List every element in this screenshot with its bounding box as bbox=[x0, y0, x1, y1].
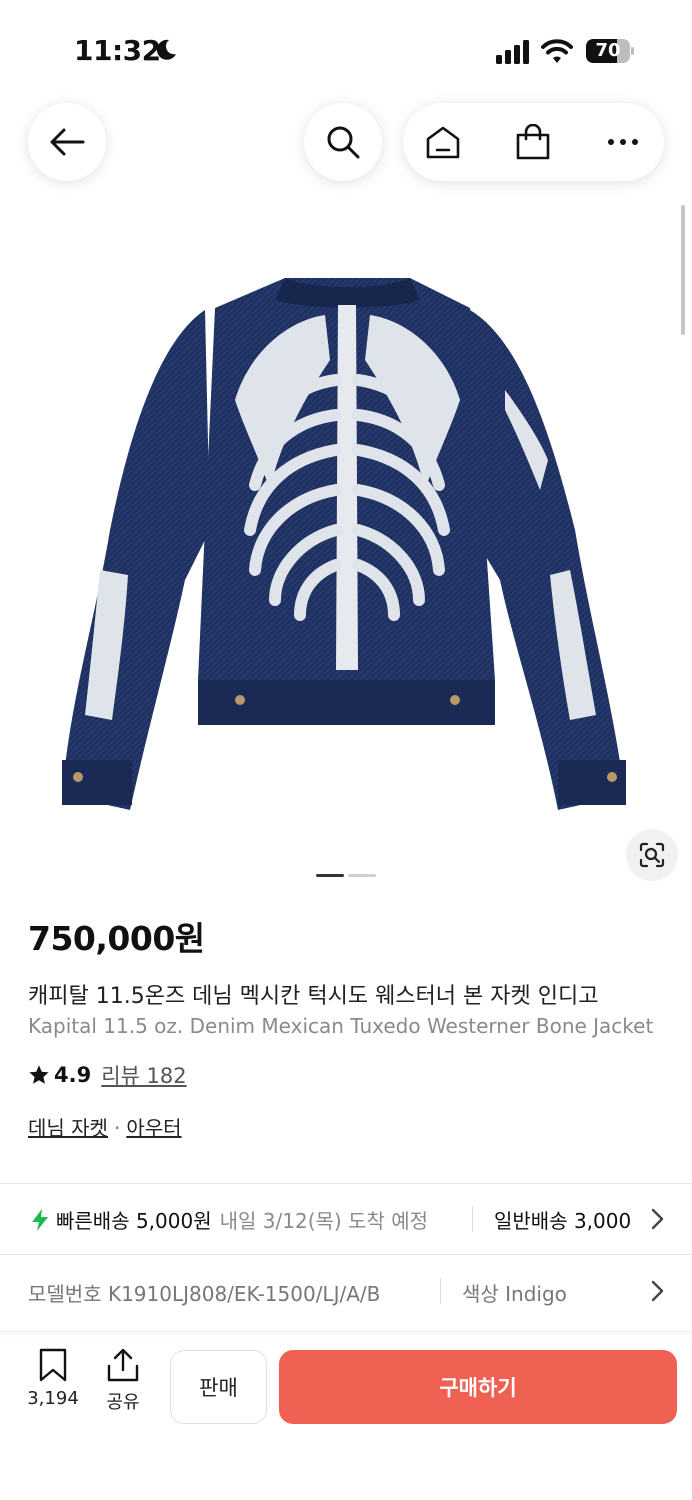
chevron-right-icon bbox=[651, 1280, 664, 1302]
share-button[interactable]: 공유 bbox=[93, 1348, 153, 1414]
model-number: 모델번호 K1910LJ808/EK-1500/LJ/A/B bbox=[28, 1282, 381, 1306]
moon-icon bbox=[156, 39, 176, 60]
category-separator: · bbox=[113, 1116, 121, 1140]
bottom-bar-shadow bbox=[0, 1330, 692, 1338]
vertical-divider bbox=[440, 1278, 441, 1304]
bookmark-count: 3,194 bbox=[27, 1388, 79, 1409]
more-button[interactable] bbox=[583, 103, 663, 181]
nav-pill bbox=[403, 103, 664, 181]
signal-icon bbox=[496, 40, 529, 64]
sell-button[interactable]: 판매 bbox=[170, 1350, 267, 1424]
lens-icon bbox=[639, 842, 665, 868]
category-link-outerwear[interactable]: 아우터 bbox=[126, 1116, 181, 1140]
more-icon bbox=[608, 139, 638, 145]
visual-search-button[interactable] bbox=[626, 829, 678, 881]
shopping-bag-icon bbox=[516, 124, 550, 160]
vertical-divider bbox=[472, 1206, 473, 1232]
category-link-denim-jacket[interactable]: 데님 자켓 bbox=[28, 1116, 108, 1140]
buy-button[interactable]: 구매하기 bbox=[279, 1350, 677, 1424]
fast-shipping-eta: 내일 3/12(목) 도착 예정 bbox=[219, 1209, 429, 1233]
rating-score: 4.9 bbox=[54, 1063, 92, 1087]
category-breadcrumb: 데님 자켓 · 아우터 bbox=[28, 1112, 182, 1141]
pager-dot bbox=[316, 874, 344, 877]
bookmark-button[interactable]: 3,194 bbox=[23, 1348, 83, 1409]
product-price: 750,000원 bbox=[28, 919, 205, 958]
battery-indicator: 70 bbox=[586, 39, 634, 63]
arrow-left-icon bbox=[50, 128, 85, 156]
product-title-english: Kapital 11.5 oz. Denim Mexican Tuxedo We… bbox=[28, 1014, 654, 1038]
fast-shipping: 빠른배송 5,000원 내일 3/12(목) 도착 예정 bbox=[30, 1205, 428, 1234]
star-icon bbox=[29, 1065, 49, 1084]
status-time: 11:32 bbox=[74, 34, 161, 67]
cart-button[interactable] bbox=[493, 103, 573, 181]
pager-dot bbox=[348, 874, 376, 877]
image-pager bbox=[316, 874, 378, 878]
search-icon bbox=[327, 126, 360, 159]
back-button[interactable] bbox=[28, 103, 106, 181]
search-button[interactable] bbox=[304, 103, 382, 181]
product-image[interactable] bbox=[0, 200, 692, 890]
lightning-icon bbox=[32, 1208, 48, 1231]
chevron-right-icon bbox=[651, 1208, 664, 1230]
share-icon bbox=[107, 1348, 139, 1382]
home-button[interactable] bbox=[403, 103, 483, 181]
normal-shipping-label: 일반배송 3,000 bbox=[494, 1209, 632, 1233]
status-bar: 11:32 70 bbox=[0, 0, 692, 100]
home-icon bbox=[426, 126, 460, 159]
share-label: 공유 bbox=[106, 1392, 140, 1413]
product-title-korean: 캐피탈 11.5온즈 데님 멕시칸 턱시도 웨스터너 본 자켓 인디고 bbox=[28, 984, 599, 1009]
battery-percent: 70 bbox=[595, 40, 621, 61]
model-color-row[interactable]: 모델번호 K1910LJ808/EK-1500/LJ/A/B 색상 Indigo bbox=[0, 1254, 692, 1326]
wifi-icon bbox=[541, 39, 573, 63]
review-link[interactable]: 리뷰 182 bbox=[101, 1060, 186, 1090]
bottom-action-bar: 3,194 공유 판매 구매하기 bbox=[0, 1338, 692, 1500]
shipping-row[interactable]: 빠른배송 5,000원 내일 3/12(목) 도착 예정 일반배송 3,000 bbox=[0, 1184, 692, 1254]
color-label: 색상 Indigo bbox=[462, 1282, 567, 1306]
bookmark-icon bbox=[39, 1348, 67, 1382]
product-rating: 4.9 리뷰 182 bbox=[28, 1060, 187, 1090]
fast-shipping-label: 빠른배송 5,000원 bbox=[56, 1209, 212, 1233]
scroll-indicator bbox=[681, 205, 685, 335]
